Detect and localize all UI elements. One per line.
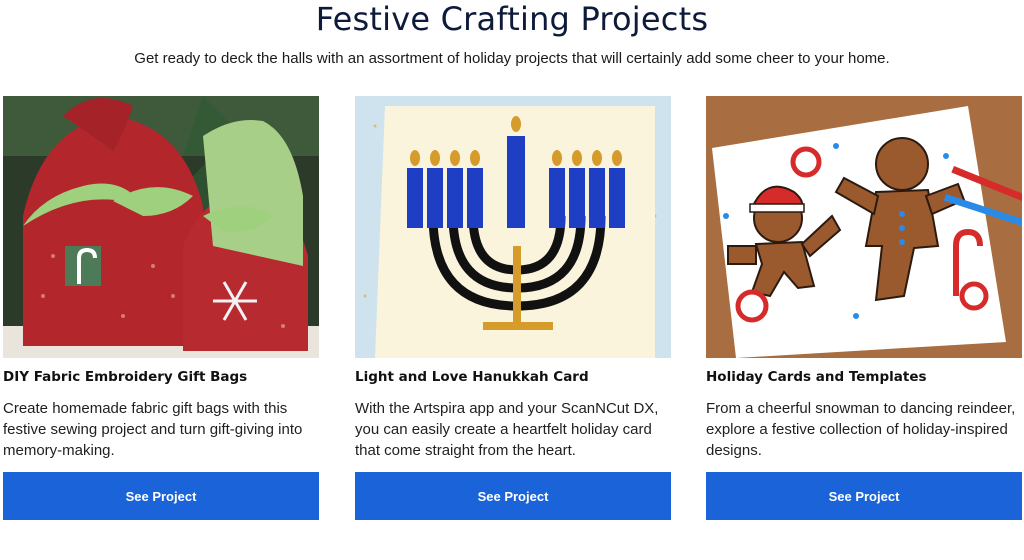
hanukkah-card-image[interactable] — [355, 96, 671, 358]
project-card-gift-bags: DIY Fabric Embroidery Gift Bags Create h… — [3, 96, 319, 520]
card-title[interactable]: Light and Love Hanukkah Card — [355, 368, 671, 386]
see-project-button[interactable]: See Project — [3, 472, 319, 520]
page-subtitle: Get ready to deck the halls with an asso… — [134, 50, 890, 67]
card-title[interactable]: DIY Fabric Embroidery Gift Bags — [3, 368, 319, 386]
menorah-card-photo — [355, 96, 671, 358]
card-description: Create homemade fabric gift bags with th… — [3, 400, 303, 459]
project-card-hanukkah: Light and Love Hanukkah Card With the Ar… — [355, 96, 671, 520]
card-description: From a cheerful snowman to dancing reind… — [706, 400, 1016, 459]
see-project-button[interactable]: See Project — [355, 472, 671, 520]
page-title: Festive Crafting Projects — [315, 0, 709, 38]
gift-bags-image[interactable] — [3, 96, 319, 358]
card-description: With the Artspira app and your ScanNCut … — [355, 400, 659, 459]
gift-bags-photo — [3, 96, 319, 358]
see-project-button[interactable]: See Project — [706, 472, 1022, 520]
holiday-cards-image[interactable] — [706, 96, 1022, 358]
card-title[interactable]: Holiday Cards and Templates — [706, 368, 1022, 386]
gingerbread-coloring-photo — [706, 96, 1022, 358]
project-card-holiday-cards: Holiday Cards and Templates From a cheer… — [706, 96, 1022, 520]
